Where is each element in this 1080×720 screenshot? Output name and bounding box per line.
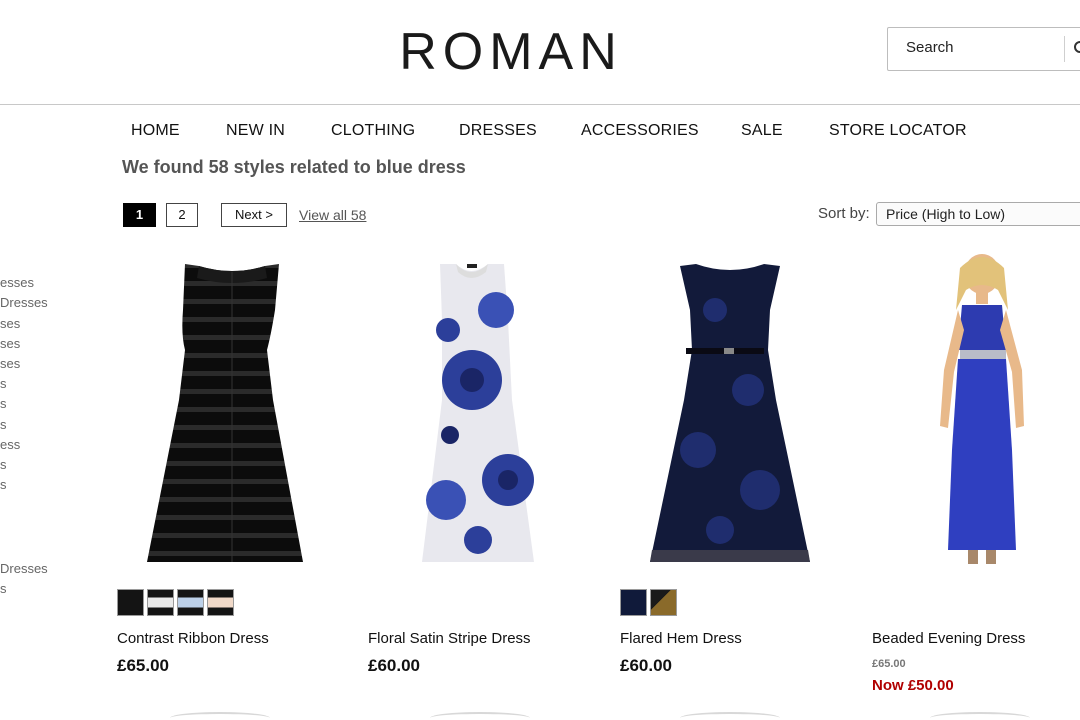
nav-item-sale[interactable]: SALE (741, 122, 783, 140)
page-1-button[interactable]: 1 (123, 203, 156, 227)
sidebar-item[interactable]: ses (0, 356, 20, 371)
next-row-product-hint (680, 712, 780, 720)
sale-price: Now £50.00 (872, 677, 954, 694)
color-swatch[interactable] (147, 589, 174, 616)
brand-logo[interactable]: ROMAN (0, 22, 1022, 82)
sidebar-item[interactable]: s (0, 581, 7, 596)
sidebar-item[interactable]: Dresses (0, 561, 48, 576)
search-divider (1064, 36, 1065, 62)
search-input[interactable] (906, 39, 1056, 56)
sidebar-item[interactable]: ess (0, 437, 20, 452)
product-name[interactable]: Contrast Ribbon Dress (117, 630, 269, 647)
nav-item-accessories[interactable]: ACCESSORIES (581, 122, 699, 140)
product-price: £60.00 (368, 656, 420, 675)
product-price: £60.00 (620, 656, 672, 675)
results-heading: We found 58 styles related to blue dress (122, 157, 466, 177)
sidebar-item[interactable]: s (0, 457, 7, 472)
was-price: £65.00 (872, 658, 906, 670)
search-box (887, 27, 1080, 71)
product-name[interactable]: Floral Satin Stripe Dress (368, 630, 531, 647)
color-swatch[interactable] (620, 589, 647, 616)
next-row-product-hint (430, 712, 530, 720)
sort-select[interactable]: Price (High to Low) (876, 202, 1080, 226)
header-divider (0, 104, 1080, 105)
nav-item-store-locator[interactable]: STORE LOCATOR (829, 122, 967, 140)
product-price: £65.00 (117, 656, 169, 675)
color-swatch[interactable] (177, 589, 204, 616)
color-swatch[interactable] (650, 589, 677, 616)
sidebar-item[interactable]: s (0, 477, 7, 492)
sidebar-item[interactable]: ses (0, 316, 20, 331)
sidebar-item[interactable]: Dresses (0, 295, 48, 310)
page-2-button[interactable]: 2 (166, 203, 198, 227)
color-swatch[interactable] (207, 589, 234, 616)
next-row-product-hint (170, 712, 270, 720)
product-name[interactable]: Flared Hem Dress (620, 630, 742, 647)
product-image[interactable] (117, 250, 347, 580)
product-image[interactable] (620, 250, 850, 580)
nav-item-home[interactable]: HOME (131, 122, 180, 140)
color-swatch[interactable] (117, 589, 144, 616)
next-page-button[interactable]: Next > (221, 203, 287, 227)
nav-item-clothing[interactable]: CLOTHING (331, 122, 415, 140)
nav-item-dresses[interactable]: DRESSES (459, 122, 537, 140)
sidebar-item[interactable]: ses (0, 336, 20, 351)
sidebar-item[interactable]: s (0, 396, 7, 411)
product-image[interactable] (872, 250, 1080, 580)
view-all-link[interactable]: View all 58 (299, 207, 366, 223)
sidebar-item[interactable]: s (0, 417, 7, 432)
next-row-product-hint (930, 712, 1030, 720)
search-icon[interactable] (1073, 40, 1080, 58)
sort-label: Sort by: (818, 205, 870, 222)
sidebar-item[interactable]: s (0, 376, 7, 391)
product-name[interactable]: Beaded Evening Dress (872, 630, 1025, 647)
category-sidebar: esses Dresses ses ses ses s s s ess s s … (0, 272, 80, 602)
sidebar-item[interactable]: esses (0, 275, 34, 290)
nav-item-new-in[interactable]: NEW IN (226, 122, 285, 140)
product-image[interactable] (368, 250, 598, 580)
